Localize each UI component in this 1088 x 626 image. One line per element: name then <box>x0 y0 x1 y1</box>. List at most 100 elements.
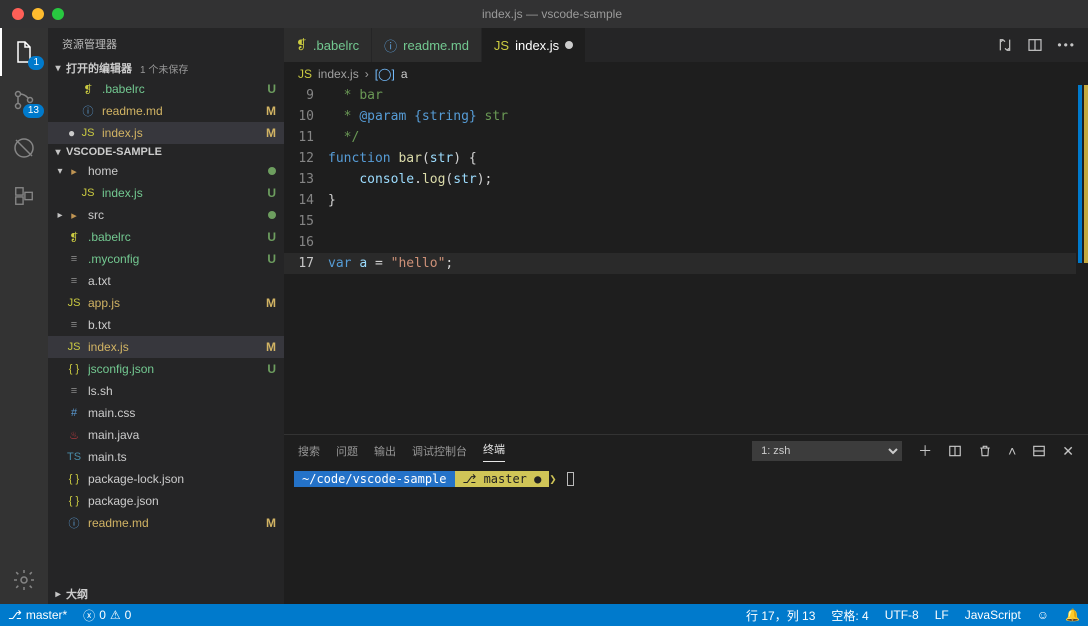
open-editor-item[interactable]: ●JSindex.jsM <box>48 122 284 144</box>
panel-tab-output[interactable]: 输出 <box>374 443 396 459</box>
code-line[interactable]: 9 * bar <box>284 85 1076 106</box>
file-item[interactable]: JSindex.jsM <box>48 336 284 358</box>
line-number: 14 <box>284 190 328 211</box>
line-content: * @param {string} str <box>328 106 508 127</box>
code-line[interactable]: 14} <box>284 190 1076 211</box>
status-bell-icon[interactable]: 🔔 <box>1057 608 1088 622</box>
git-dot-icon <box>268 167 276 175</box>
outline-header[interactable]: 大纲 <box>48 584 284 604</box>
file-label: app.js <box>88 296 266 310</box>
explorer-title: 资源管理器 <box>48 28 284 58</box>
file-item[interactable]: TSmain.ts <box>48 446 284 468</box>
code-line[interactable]: 17var a = "hello"; <box>284 253 1076 274</box>
dirty-indicator-icon <box>565 41 573 49</box>
file-label: home <box>88 164 268 178</box>
panel-tab-debug[interactable]: 调试控制台 <box>412 443 467 459</box>
overview-ruler-scm <box>1082 85 1088 434</box>
maximize-panel-icon[interactable] <box>1032 444 1046 458</box>
status-feedback-icon[interactable]: ☺ <box>1029 608 1057 622</box>
panel-up-icon[interactable]: ˄ <box>1008 443 1016 459</box>
code-line[interactable]: 12function bar(str) { <box>284 148 1076 169</box>
status-encoding[interactable]: UTF-8 <box>877 608 927 622</box>
compare-changes-icon[interactable] <box>997 37 1013 53</box>
more-actions-icon[interactable]: ••• <box>1057 38 1076 52</box>
folder-item[interactable]: ▸home <box>48 160 284 182</box>
open-editors-label: 打开的编辑器 <box>66 60 132 76</box>
sidebar: 资源管理器 打开的编辑器 1 个未保存 ❡.babelrcUⓘreadme.md… <box>48 28 284 604</box>
code-line[interactable]: 10 * @param {string} str <box>284 106 1076 127</box>
status-cursor-position[interactable]: 行 17，列 13 <box>738 607 823 624</box>
git-status: M <box>266 296 276 310</box>
file-item[interactable]: ≡ls.sh <box>48 380 284 402</box>
split-terminal-icon[interactable] <box>948 444 962 458</box>
code-line[interactable]: 13 console.log(str); <box>284 169 1076 190</box>
activity-debug[interactable] <box>0 124 48 172</box>
file-label: package-lock.json <box>88 472 276 486</box>
git-status: U <box>267 82 276 96</box>
file-item[interactable]: { }jsconfig.jsonU <box>48 358 284 380</box>
file-item[interactable]: #main.css <box>48 402 284 424</box>
file-item[interactable]: ⓘreadme.mdM <box>48 512 284 534</box>
editor-tab[interactable]: JSindex.js <box>482 28 586 62</box>
file-label: .babelrc <box>102 82 267 96</box>
minimize-window-button[interactable] <box>32 8 44 20</box>
file-item[interactable]: ≡a.txt <box>48 270 284 292</box>
editor-tab[interactable]: ❡ .babelrc <box>284 28 372 62</box>
unsaved-dot-icon: ● <box>68 126 80 140</box>
file-item[interactable]: ≡.myconfigU <box>48 248 284 270</box>
status-eol[interactable]: LF <box>927 608 957 622</box>
scm-badge: 13 <box>23 104 44 118</box>
activity-scm[interactable]: 13 <box>0 76 48 124</box>
folder-item[interactable]: ▸src <box>48 204 284 226</box>
new-terminal-icon[interactable]: ＋ <box>918 441 932 461</box>
babel-icon: ❡ <box>296 37 307 53</box>
open-editor-item[interactable]: ❡.babelrcU <box>48 78 284 100</box>
tab-label: .babelrc <box>313 38 359 53</box>
chevron-right-icon <box>54 210 66 221</box>
code-line[interactable]: 16 <box>284 232 1076 253</box>
line-number: 17 <box>284 253 328 274</box>
line-number: 11 <box>284 127 328 148</box>
panel-tab-search[interactable]: 搜索 <box>298 443 320 459</box>
variable-icon: [◯] <box>375 67 395 81</box>
crumb-file[interactable]: index.js <box>318 67 359 81</box>
panel-tab-problems[interactable]: 问题 <box>336 443 358 459</box>
zoom-window-button[interactable] <box>52 8 64 20</box>
panel-tab-terminal[interactable]: 终端 <box>483 441 505 462</box>
file-item[interactable]: ♨main.java <box>48 424 284 446</box>
open-editors-header[interactable]: 打开的编辑器 1 个未保存 <box>48 58 284 78</box>
file-item[interactable]: { }package-lock.json <box>48 468 284 490</box>
breadcrumbs[interactable]: JS index.js › [◯] a <box>284 63 1088 85</box>
code-line[interactable]: 15 <box>284 211 1076 232</box>
file-item[interactable]: JSindex.jsU <box>48 182 284 204</box>
kill-terminal-icon[interactable] <box>978 444 992 458</box>
status-language[interactable]: JavaScript <box>957 608 1029 622</box>
workspace-header[interactable]: VSCODE-SAMPLE <box>48 144 284 160</box>
prompt-branch: master <box>484 472 527 486</box>
file-label: main.css <box>88 406 276 420</box>
status-indent[interactable]: 空格: 4 <box>823 607 876 624</box>
code-line[interactable]: 11 */ <box>284 127 1076 148</box>
terminal[interactable]: ~/code/vscode-sample ⎇ master ● ❯ <box>284 467 1088 604</box>
file-item[interactable]: { }package.json <box>48 490 284 512</box>
file-item[interactable]: ❡.babelrcU <box>48 226 284 248</box>
close-window-button[interactable] <box>12 8 24 20</box>
activity-extensions[interactable] <box>0 172 48 220</box>
activity-settings[interactable] <box>0 556 48 604</box>
terminal-selector[interactable]: 1: zsh <box>752 441 902 461</box>
code-editor[interactable]: 9 * bar10 * @param {string} str11 */12fu… <box>284 85 1088 434</box>
js-icon: JS <box>80 127 96 139</box>
file-label: index.js <box>102 126 266 140</box>
file-item[interactable]: ≡b.txt <box>48 314 284 336</box>
open-editor-item[interactable]: ⓘreadme.mdM <box>48 100 284 122</box>
status-problems[interactable]: ⓧ0 ⚠0 <box>75 607 139 624</box>
split-editor-icon[interactable] <box>1027 37 1043 53</box>
crumb-symbol[interactable]: a <box>401 67 408 81</box>
close-panel-icon[interactable]: ✕ <box>1062 443 1074 460</box>
txt-icon: ≡ <box>66 319 82 331</box>
editor-tab[interactable]: ⓘreadme.md <box>372 28 482 62</box>
status-branch[interactable]: ⎇ master* <box>0 608 75 622</box>
status-warnings: 0 <box>125 608 132 622</box>
activity-explorer[interactable]: 1 <box>0 28 48 76</box>
file-item[interactable]: JSapp.jsM <box>48 292 284 314</box>
